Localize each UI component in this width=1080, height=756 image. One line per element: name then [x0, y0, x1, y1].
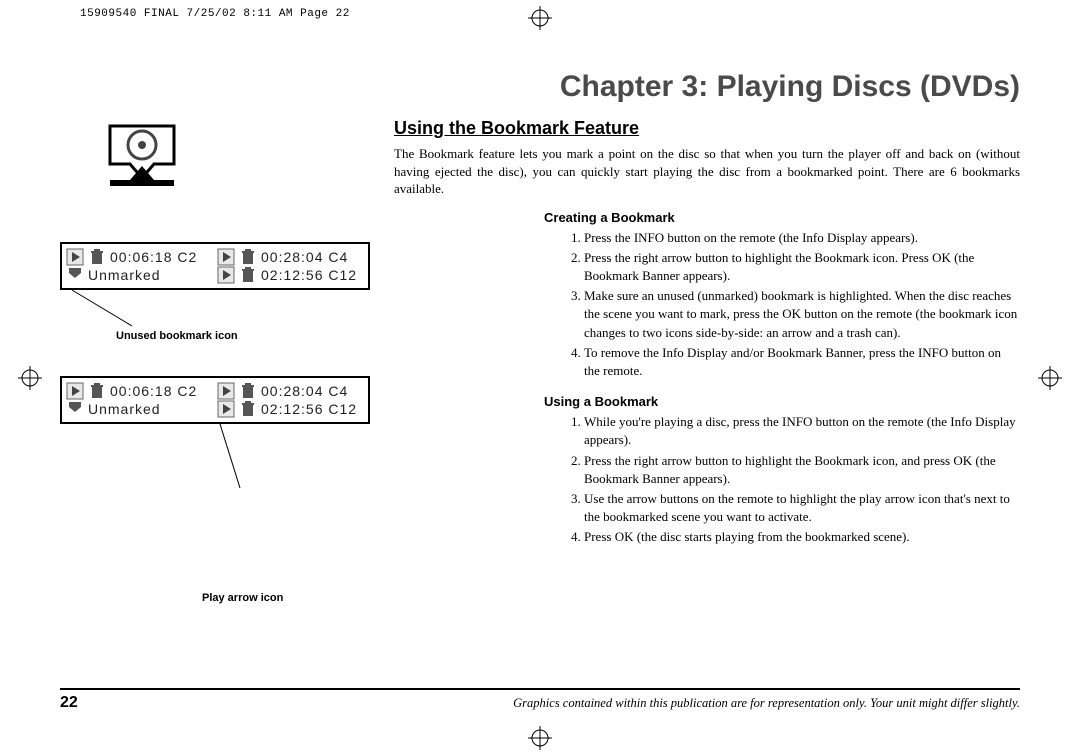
unmarked-label: Unmarked — [88, 401, 161, 417]
using-bookmark-heading: Using a Bookmark — [544, 394, 1020, 409]
play-arrow-icon — [217, 266, 235, 284]
using-bookmark-steps: While you're playing a disc, press the I… — [564, 413, 1020, 546]
crop-mark-top — [528, 6, 552, 30]
crop-mark-left — [18, 366, 42, 390]
chapter-value: C2 — [177, 383, 197, 399]
time-value: 02:12:56 — [261, 267, 324, 283]
page-number: 22 — [60, 694, 100, 712]
footer-disclaimer: Graphics contained within this publicati… — [100, 696, 1020, 711]
step-item: While you're playing a disc, press the I… — [584, 413, 1020, 449]
unmarked-bookmark-icon — [66, 266, 84, 284]
time-value: 00:28:04 — [261, 383, 324, 399]
time-value: 00:28:04 — [261, 249, 324, 265]
trash-icon — [239, 248, 257, 266]
trash-icon — [88, 382, 106, 400]
trash-icon — [239, 266, 257, 284]
bookmark-disc-icon — [100, 118, 184, 202]
creating-bookmark-heading: Creating a Bookmark — [544, 210, 1020, 225]
chapter-value: C2 — [177, 249, 197, 265]
chapter-value: C12 — [328, 401, 357, 417]
step-item: Press the right arrow button to highligh… — [584, 249, 1020, 285]
play-arrow-icon — [217, 382, 235, 400]
section-heading: Using the Bookmark Feature — [394, 118, 1020, 139]
unmarked-label: Unmarked — [88, 267, 161, 283]
play-arrow-icon — [217, 248, 235, 266]
page-footer: 22 Graphics contained within this public… — [60, 688, 1020, 712]
step-item: Press OK (the disc starts playing from t… — [584, 528, 1020, 546]
intro-paragraph: The Bookmark feature lets you mark a poi… — [394, 145, 1020, 198]
chapter-title: Chapter 3: Playing Discs (DVDs) — [60, 70, 1020, 104]
play-arrow-caption: Play arrow icon — [202, 592, 283, 604]
print-crop-header: 15909540 FINAL 7/25/02 8:11 AM Page 22 — [80, 8, 350, 20]
trash-icon — [239, 400, 257, 418]
play-arrow-icon — [217, 400, 235, 418]
creating-bookmark-steps: Press the INFO button on the remote (the… — [564, 229, 1020, 381]
left-column: 00:06:18 C2 00:28:04 C4 Unmarked — [60, 118, 370, 464]
time-value: 02:12:56 — [261, 401, 324, 417]
chapter-value: C12 — [328, 267, 357, 283]
play-arrow-icon — [66, 382, 84, 400]
callout-line-unused — [72, 290, 152, 334]
crop-mark-right — [1038, 366, 1062, 390]
crop-mark-bottom — [528, 726, 552, 750]
step-item: Use the arrow buttons on the remote to h… — [584, 490, 1020, 526]
unmarked-bookmark-icon — [66, 400, 84, 418]
step-item: To remove the Info Display and/or Bookma… — [584, 344, 1020, 380]
chapter-value: C4 — [328, 383, 348, 399]
trash-icon — [239, 382, 257, 400]
step-item: Make sure an unused (unmarked) bookmark … — [584, 287, 1020, 342]
step-item: Press the INFO button on the remote (the… — [584, 229, 1020, 247]
play-arrow-icon — [66, 248, 84, 266]
time-value: 00:06:18 — [110, 383, 173, 399]
unused-bookmark-caption: Unused bookmark icon — [116, 330, 238, 342]
page-content: Chapter 3: Playing Discs (DVDs) — [60, 40, 1020, 716]
trash-icon — [88, 248, 106, 266]
bookmark-banner-1: 00:06:18 C2 00:28:04 C4 Unmarked — [60, 242, 370, 290]
time-value: 00:06:18 — [110, 249, 173, 265]
bookmark-banner-2: 00:06:18 C2 00:28:04 C4 Unmarked — [60, 376, 370, 424]
step-item: Press the right arrow button to highligh… — [584, 452, 1020, 488]
chapter-value: C4 — [328, 249, 348, 265]
right-column: Using the Bookmark Feature The Bookmark … — [394, 118, 1020, 560]
callout-line-play — [220, 424, 280, 496]
